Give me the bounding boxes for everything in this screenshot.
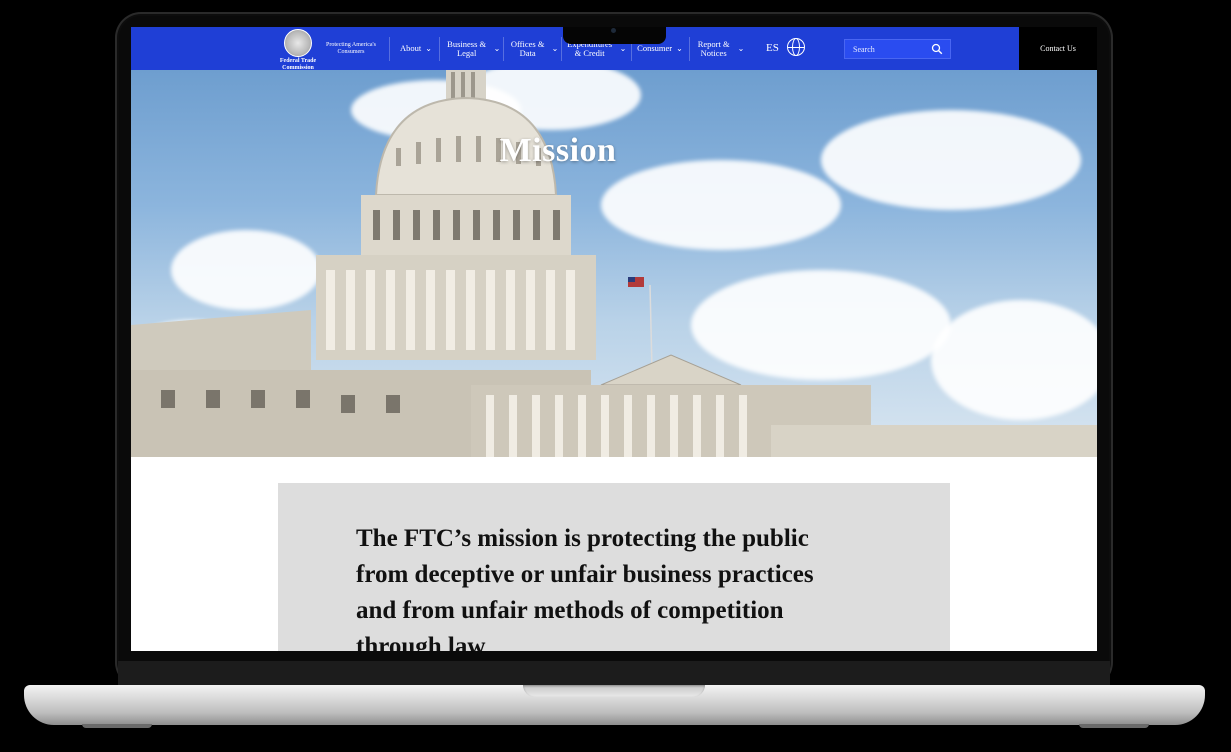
nav-item-business-legal[interactable]: Business & Legal ⌄ bbox=[443, 27, 501, 70]
camera-icon bbox=[611, 28, 616, 33]
nav-item-label: Report & Notices bbox=[697, 38, 730, 58]
chevron-down-icon: ⌄ bbox=[551, 44, 559, 53]
nav-item-label: About bbox=[400, 43, 422, 53]
site-tagline: Protecting America's Consumers bbox=[326, 42, 376, 55]
laptop-bezel-bottom bbox=[118, 661, 1110, 686]
laptop-foot bbox=[1079, 724, 1149, 728]
laptop-opening-notch bbox=[523, 685, 705, 697]
seal-logo-icon bbox=[284, 29, 312, 57]
laptop-screen: Federal Trade Commission Protecting Amer… bbox=[131, 27, 1097, 651]
contact-us-button[interactable]: Contact Us bbox=[1019, 27, 1097, 70]
page-title: Mission bbox=[499, 132, 617, 169]
search-icon[interactable] bbox=[931, 43, 943, 55]
hero-banner: Mission bbox=[131, 70, 1097, 457]
nav-divider bbox=[689, 37, 690, 61]
ftc-logo[interactable]: Federal Trade Commission bbox=[276, 29, 320, 71]
capitol-building-image bbox=[131, 70, 1097, 457]
nav-divider bbox=[389, 37, 390, 61]
nav-divider bbox=[439, 37, 440, 61]
nav-item-report-notices[interactable]: Report & Notices ⌄ bbox=[693, 27, 745, 70]
nav-item-about[interactable]: About ⌄ bbox=[395, 27, 437, 70]
nav-item-offices-data[interactable]: Offices & Data ⌄ bbox=[507, 27, 559, 70]
chevron-down-icon: ⌄ bbox=[676, 44, 683, 53]
nav-item-label: Consumer bbox=[637, 43, 673, 53]
nav-divider bbox=[503, 37, 504, 61]
nav-item-label: Offices & Data bbox=[510, 38, 545, 58]
language-toggle[interactable]: ES bbox=[766, 42, 779, 54]
globe-icon[interactable] bbox=[787, 38, 805, 56]
chevron-down-icon: ⌄ bbox=[619, 44, 627, 53]
chevron-down-icon: ⌄ bbox=[425, 44, 432, 53]
nav-item-label: Business & Legal bbox=[447, 38, 487, 58]
chevron-down-icon: ⌄ bbox=[737, 44, 745, 53]
nav-divider bbox=[561, 37, 562, 61]
chevron-down-icon: ⌄ bbox=[493, 44, 501, 53]
laptop-foot bbox=[82, 724, 152, 728]
